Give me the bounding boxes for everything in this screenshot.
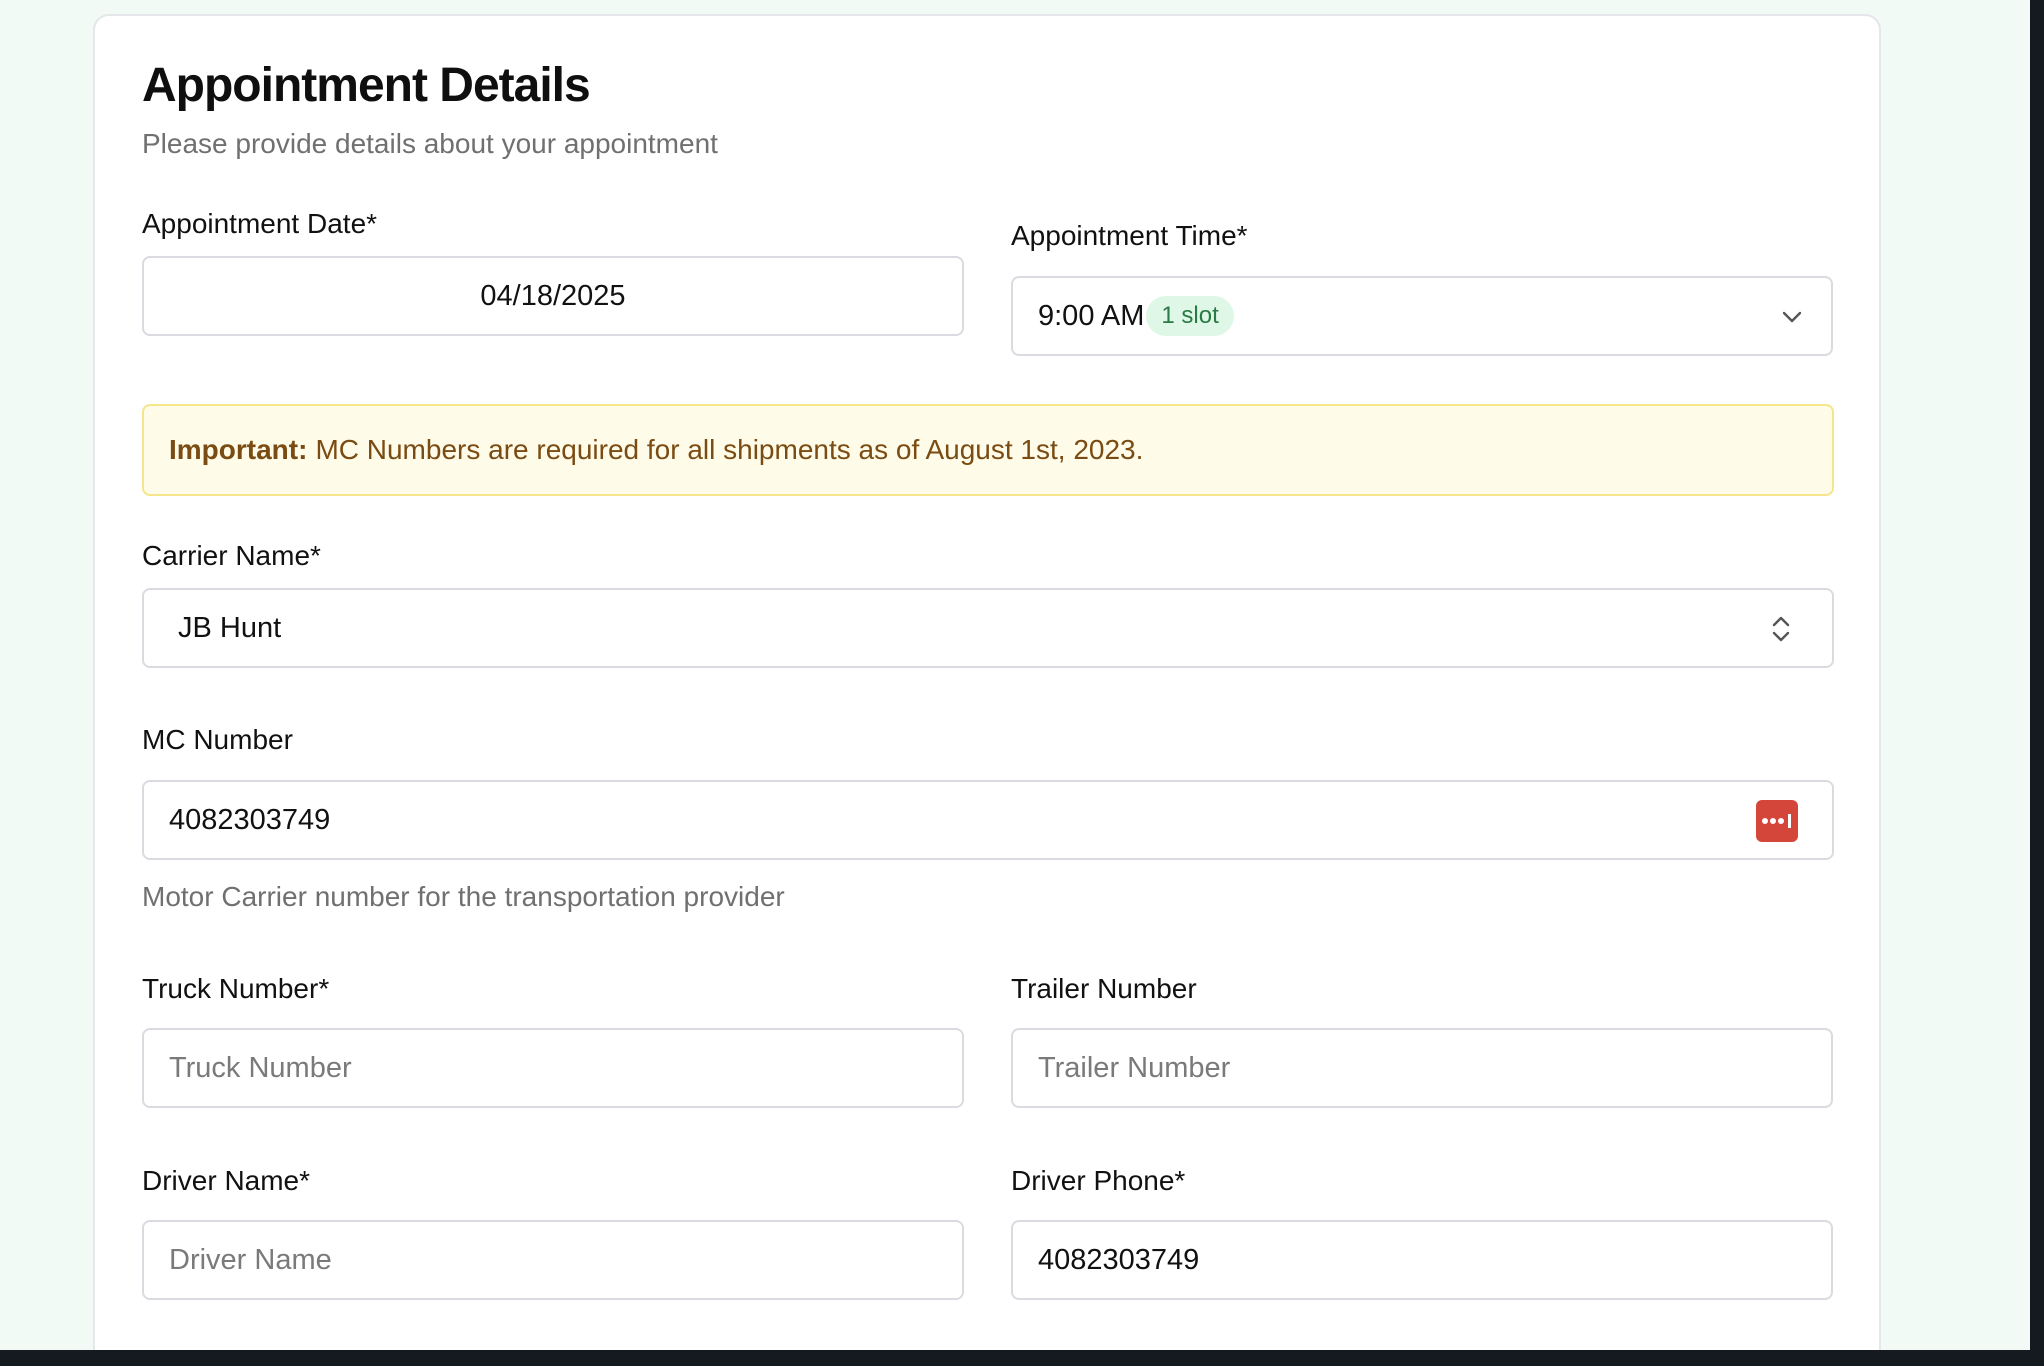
driver-name-placeholder: Driver Name [169, 1243, 332, 1276]
page-background: Appointment Details Please provide detai… [0, 0, 2030, 1350]
appointment-date-value: 04/18/2025 [480, 279, 626, 312]
driver-name-label: Driver Name* [142, 1165, 311, 1196]
mc-number-label: MC Number [142, 724, 293, 755]
carrier-name-label: Carrier Name* [142, 540, 321, 571]
appointment-date-input[interactable]: 04/18/2025 [142, 256, 964, 336]
mc-number-input[interactable]: 4082303749 [142, 780, 1834, 860]
driver-phone-value: 4082303749 [1038, 1243, 1200, 1276]
chevron-down-icon [1782, 311, 1802, 323]
truck-number-placeholder: Truck Number [169, 1051, 352, 1084]
trailer-number-input[interactable]: Trailer Number [1011, 1028, 1833, 1108]
appointment-time-select[interactable]: 9:00 AM 1 slot [1011, 276, 1833, 356]
chevron-up-down-icon [1772, 616, 1790, 642]
driver-name-input[interactable]: Driver Name [142, 1220, 964, 1300]
notice-emphasis: Important: [169, 434, 308, 465]
carrier-name-value: JB Hunt [178, 611, 282, 644]
page-title: Appointment Details [142, 59, 591, 112]
notice-text: MC Numbers are required for all shipment… [315, 434, 1144, 465]
trailer-number-placeholder: Trailer Number [1038, 1051, 1231, 1084]
mc-number-helper-text: Motor Carrier number for the transportat… [142, 881, 785, 912]
appointment-time-label: Appointment Time* [1011, 220, 1248, 251]
slot-availability-badge: 1 slot [1146, 296, 1234, 336]
window-edge-right [2030, 0, 2044, 1366]
appointment-time-value: 9:00 AM [1038, 299, 1145, 332]
mc-number-value: 4082303749 [169, 803, 331, 836]
mc-requirement-notice: Important: MC Numbers are required for a… [142, 404, 1834, 496]
dots-icon [1762, 814, 1791, 828]
page-subtitle: Please provide details about your appoin… [142, 128, 718, 159]
truck-number-input[interactable]: Truck Number [142, 1028, 964, 1108]
truck-number-label: Truck Number* [142, 973, 330, 1004]
driver-phone-input[interactable]: 4082303749 [1011, 1220, 1833, 1300]
trailer-number-label: Trailer Number [1011, 973, 1197, 1004]
carrier-name-select[interactable]: JB Hunt [142, 588, 1834, 668]
appointment-date-label: Appointment Date* [142, 208, 378, 239]
password-manager-icon[interactable] [1756, 800, 1798, 842]
driver-phone-label: Driver Phone* [1011, 1165, 1186, 1196]
window-edge-bottom [0, 1350, 2044, 1366]
